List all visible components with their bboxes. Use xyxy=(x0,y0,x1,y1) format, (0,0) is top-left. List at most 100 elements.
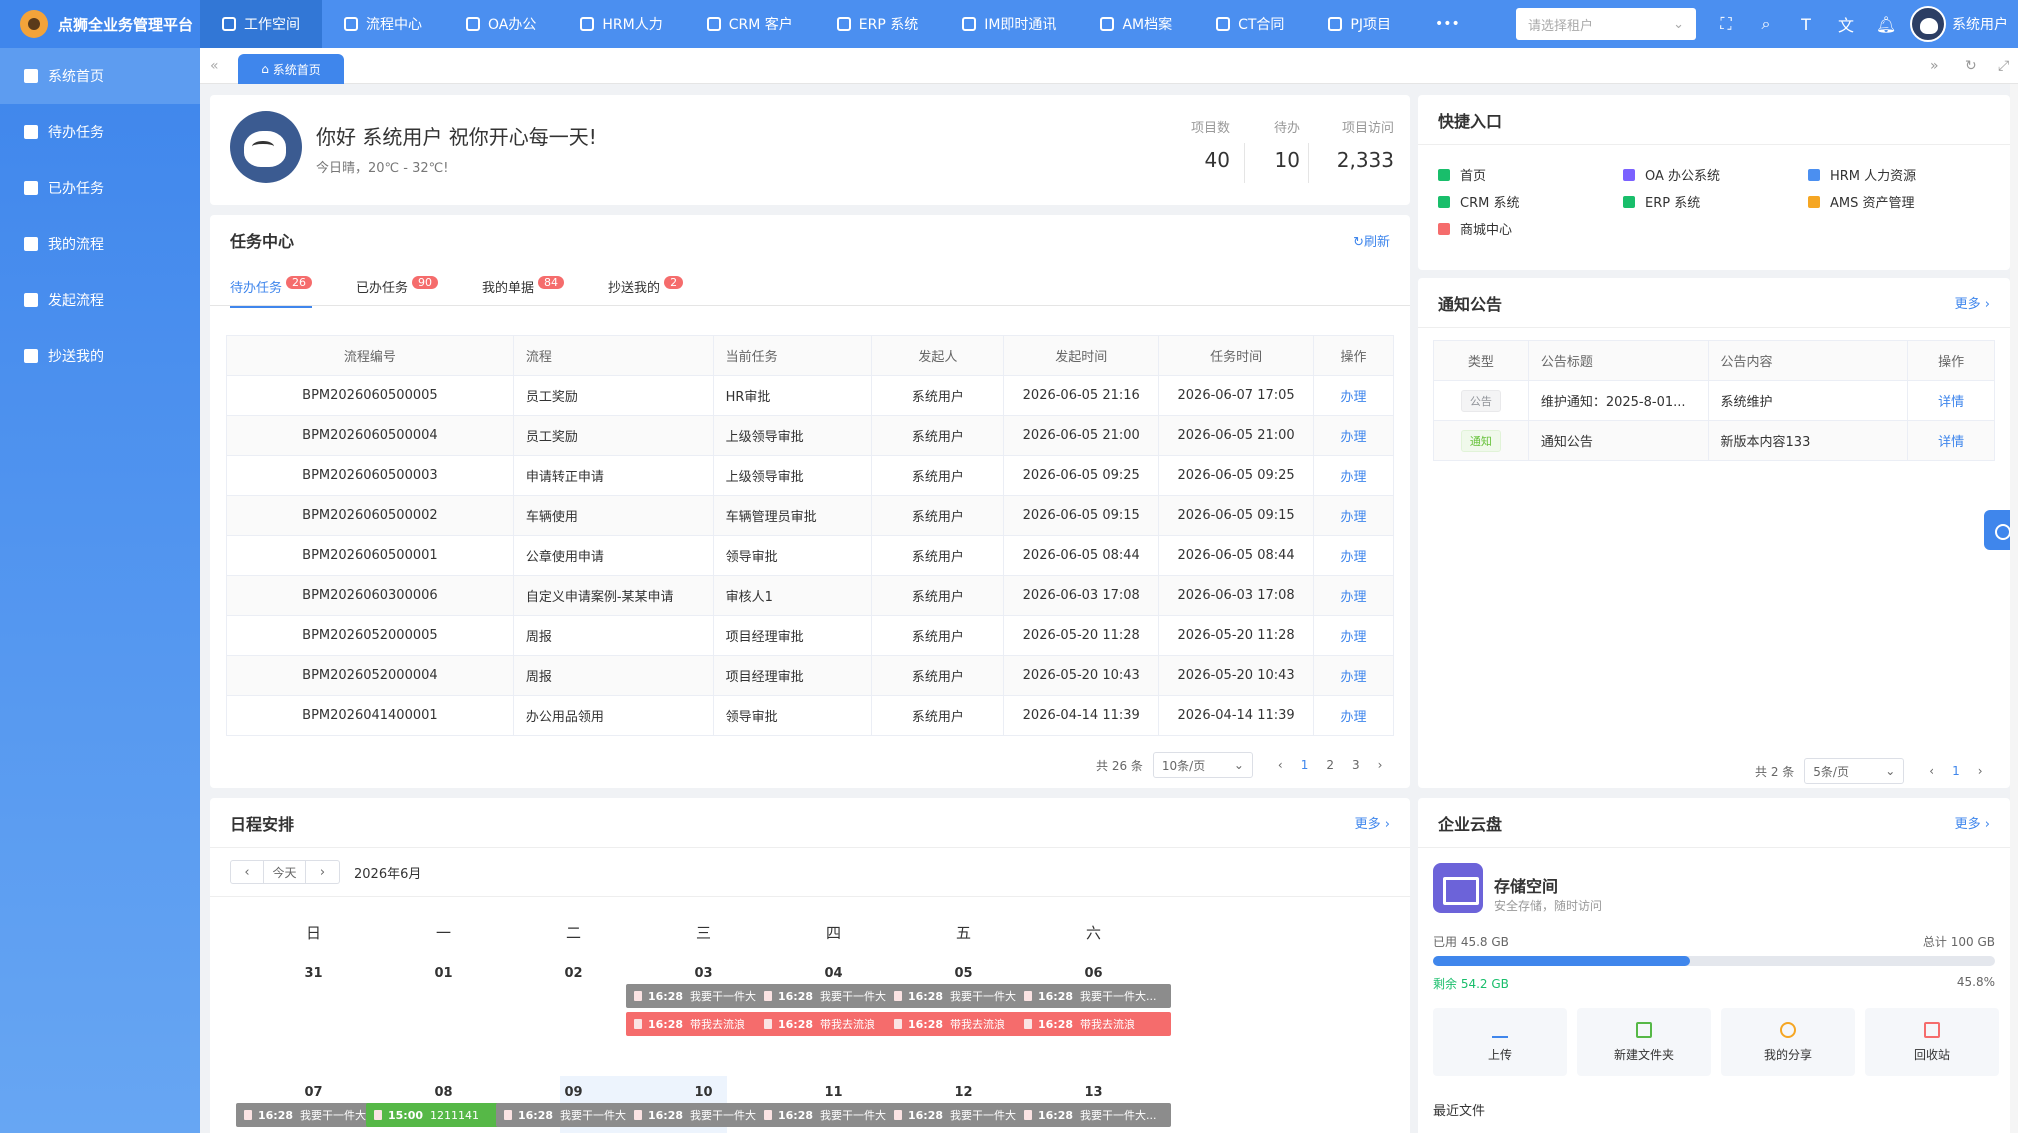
table-cell: BPM2026060500001 xyxy=(226,535,514,576)
total-storage: 总计 100 GB xyxy=(1922,935,1995,949)
user-menu[interactable]: 系统用户 xyxy=(1906,6,2018,42)
collapse-icon[interactable]: « xyxy=(210,58,219,74)
more-nav-icon[interactable]: ••• xyxy=(1413,0,1482,48)
tenant-select[interactable]: 请选择租户 ⌄ xyxy=(1516,8,1696,40)
quick-item-mall[interactable]: 商城中心 xyxy=(1438,219,1512,238)
storage-subtitle: 安全存储，随时访问 xyxy=(1494,899,1603,913)
task-tabs: 待办任务 26 已办任务 90 我的单据 84 抄送我的 2 xyxy=(230,276,727,308)
page-size-select[interactable]: 5条/页 ⌄ xyxy=(1804,758,1905,784)
folder-icon xyxy=(1433,863,1483,913)
page-scrollbar[interactable] xyxy=(2010,84,2018,1133)
translate-icon[interactable]: 文 xyxy=(1826,0,1866,48)
prev-month-button[interactable]: ‹ xyxy=(230,860,264,884)
quick-item-hrm[interactable]: HRM 人力资源 xyxy=(1808,165,1916,184)
table-cell: 2026-04-14 11:39 xyxy=(1003,695,1160,736)
refresh-button[interactable]: ↻刷新 xyxy=(1353,231,1390,250)
font-size-icon[interactable]: T xyxy=(1786,0,1826,48)
tab-todo[interactable]: 待办任务 26 xyxy=(230,276,313,308)
notice-more-link[interactable]: 更多 › xyxy=(1955,293,1990,312)
tab-done[interactable]: 已办任务 90 xyxy=(356,276,439,308)
sidebar-item-home[interactable]: 系统首页 xyxy=(0,48,200,104)
top-nav-item[interactable]: AM档案 xyxy=(1078,0,1194,48)
quick-item-home[interactable]: 首页 xyxy=(1438,165,1486,184)
cloud-more-link[interactable]: 更多 › xyxy=(1955,813,1990,832)
sidebar-item-done[interactable]: 已办任务 xyxy=(0,160,200,216)
calendar-day[interactable]: 13 xyxy=(1010,1085,1177,1100)
next-month-button[interactable]: › xyxy=(306,860,340,884)
top-nav-item[interactable]: 流程中心 xyxy=(322,0,444,48)
expand-icon[interactable]: ⤢ xyxy=(1998,58,2009,74)
my-share-button[interactable]: 我的分享 xyxy=(1721,1008,1855,1076)
search-icon[interactable]: ⌕ xyxy=(1746,0,1786,48)
page-number[interactable]: 1 xyxy=(1952,764,1960,778)
top-nav-item[interactable]: CT合同 xyxy=(1194,0,1306,48)
handle-link[interactable]: 办理 xyxy=(1313,615,1394,656)
table-cell: 2026-06-07 17:05 xyxy=(1158,375,1315,416)
event-icon xyxy=(374,1110,382,1120)
top-nav-item[interactable]: ERP 系统 xyxy=(815,0,940,48)
task-table: 流程编号 流程 当前任务 发起人 发起时间 任务时间 操作 BPM2026060… xyxy=(226,335,1394,736)
tab-cc[interactable]: 抄送我的 2 xyxy=(608,276,684,308)
page-size-select[interactable]: 10条/页 ⌄ xyxy=(1152,752,1253,778)
top-nav-item[interactable]: HRM人力 xyxy=(558,0,684,48)
detail-link[interactable]: 详情 xyxy=(1907,380,1995,421)
table-cell: BPM2026060500004 xyxy=(226,415,514,456)
app-logo[interactable]: 点狮全业务管理平台 xyxy=(0,0,200,48)
table-cell: 周报 xyxy=(512,615,714,656)
page-number[interactable]: 1 xyxy=(1301,758,1309,772)
quick-item-crm[interactable]: CRM 系统 xyxy=(1438,192,1519,211)
schedule-more-link[interactable]: 更多 › xyxy=(1355,813,1390,832)
quick-item-oa[interactable]: OA 办公系统 xyxy=(1623,165,1720,184)
handle-link[interactable]: 办理 xyxy=(1313,495,1394,536)
calendar-event[interactable]: 16:28 带我去流浪 xyxy=(1016,1012,1171,1036)
cloud-card: 企业云盘 更多 › 存储空间 安全存储，随时访问 已用 45.8 GB 总计 10… xyxy=(1418,798,2010,1133)
handle-link[interactable]: 办理 xyxy=(1313,455,1394,496)
trash-icon xyxy=(1924,1021,1940,1038)
greeting: 你好 系统用户 祝你开心每一天! xyxy=(316,125,597,149)
double-right-icon[interactable]: » xyxy=(1930,58,1939,74)
used-storage: 已用 45.8 GB xyxy=(1433,935,1509,949)
page-number[interactable]: 3 xyxy=(1352,758,1360,772)
handle-link[interactable]: 办理 xyxy=(1313,375,1394,416)
chevron-down-icon: ⌄ xyxy=(1673,16,1684,32)
column-header: 流程编号 xyxy=(226,335,514,376)
bell-icon[interactable]: 🔔︎ xyxy=(1866,0,1906,48)
top-nav-item[interactable]: 工作空间 xyxy=(200,0,322,48)
page-number[interactable]: 2 xyxy=(1326,758,1334,772)
handle-link[interactable]: 办理 xyxy=(1313,695,1394,736)
handle-link[interactable]: 办理 xyxy=(1313,655,1394,696)
prev-page-icon[interactable]: ‹ xyxy=(1929,764,1934,778)
table-cell: BPM2026060500002 xyxy=(226,495,514,536)
recycle-bin-button[interactable]: 回收站 xyxy=(1865,1008,1999,1076)
top-nav-item[interactable]: OA办公 xyxy=(444,0,558,48)
sidebar-item-start-flow[interactable]: 发起流程 xyxy=(0,272,200,328)
quick-item-ams[interactable]: AMS 资产管理 xyxy=(1808,192,1915,211)
calendar-event[interactable]: 16:28 我要干一件大... xyxy=(1016,984,1171,1008)
next-page-icon[interactable]: › xyxy=(1378,758,1383,772)
next-page-icon[interactable]: › xyxy=(1978,764,1983,778)
refresh-icon[interactable]: ↻ xyxy=(1965,58,1977,74)
top-nav-item[interactable]: CRM 客户 xyxy=(685,0,815,48)
tab-my-docs[interactable]: 我的单据 84 xyxy=(482,276,565,308)
upload-button[interactable]: 上传 xyxy=(1433,1008,1567,1076)
prev-page-icon[interactable]: ‹ xyxy=(1278,758,1283,772)
handle-link[interactable]: 办理 xyxy=(1313,575,1394,616)
calendar-event[interactable]: 16:28 我要干一件大... xyxy=(1016,1103,1171,1127)
quick-item-erp[interactable]: ERP 系统 xyxy=(1623,192,1700,211)
table-cell: BPM2026060300006 xyxy=(226,575,514,616)
tab-home[interactable]: ⌂ 系统首页 xyxy=(238,54,344,84)
shop-icon xyxy=(1438,222,1450,235)
count-badge: 84 xyxy=(538,276,565,289)
handle-link[interactable]: 办理 xyxy=(1313,415,1394,456)
calendar-day[interactable]: 06 xyxy=(1010,966,1177,981)
today-button[interactable]: 今天 xyxy=(264,860,306,884)
sidebar-item-cc[interactable]: 抄送我的 xyxy=(0,328,200,384)
sidebar-item-my-flow[interactable]: 我的流程 xyxy=(0,216,200,272)
handle-link[interactable]: 办理 xyxy=(1313,535,1394,576)
sidebar-item-todo[interactable]: 待办任务 xyxy=(0,104,200,160)
new-folder-button[interactable]: 新建文件夹 xyxy=(1577,1008,1711,1076)
top-nav-item[interactable]: IM即时通讯 xyxy=(940,0,1078,48)
detail-link[interactable]: 详情 xyxy=(1907,420,1995,461)
fullscreen-icon[interactable]: ⛶ xyxy=(1706,0,1746,48)
top-nav-item[interactable]: PJ项目 xyxy=(1306,0,1413,48)
